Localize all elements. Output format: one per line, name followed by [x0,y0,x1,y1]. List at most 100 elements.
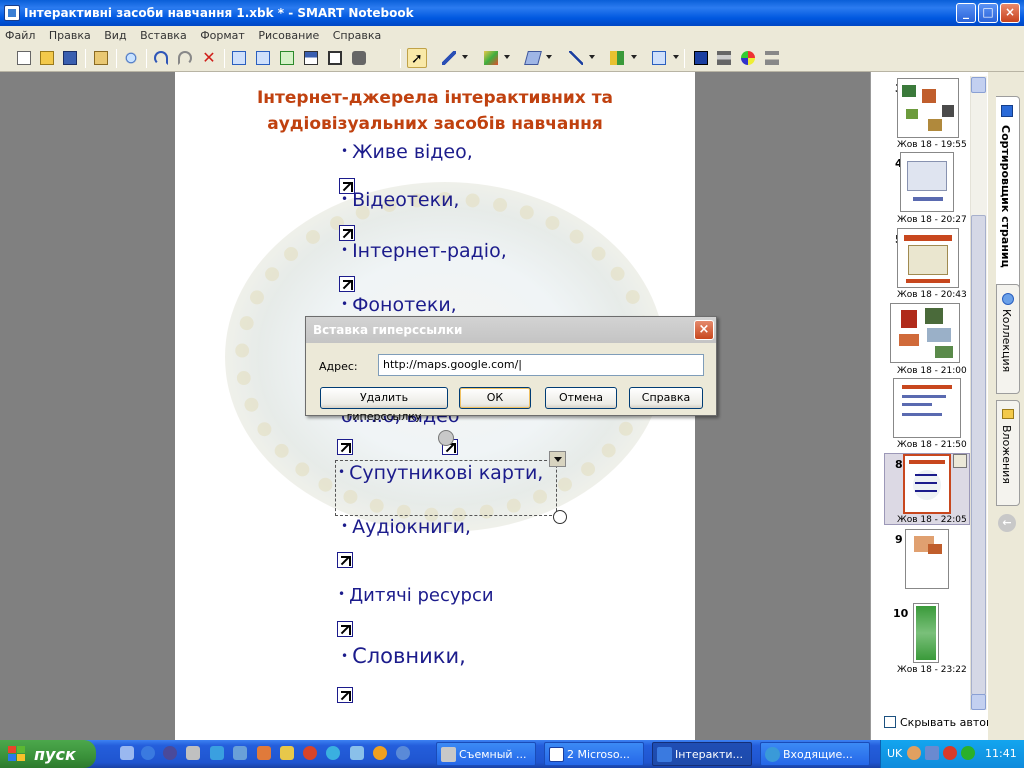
language-indicator[interactable]: UK [887,747,902,760]
clock[interactable]: 11:41 [985,747,1017,760]
hyperlink-icon[interactable] [337,687,353,703]
new-icon[interactable] [14,48,34,68]
maximize-button[interactable]: □ [978,3,998,23]
task-microsoft-word[interactable]: 2 Microso... [544,742,644,766]
creative-pen-icon[interactable] [481,48,501,68]
task-smart-notebook[interactable]: Інтеракти... [652,742,752,766]
rotate-handle[interactable] [438,430,454,446]
tab-gallery[interactable]: Коллекция [996,284,1020,394]
hyperlink-icon[interactable] [337,552,353,568]
media-player-icon[interactable] [163,746,177,760]
show-desktop-icon[interactable] [120,746,134,760]
page-thumbnail-8[interactable] [903,454,951,514]
bullet-item[interactable]: • Відеотеки, [341,189,459,211]
undo-icon[interactable] [151,48,171,68]
task-removable-disk[interactable]: Съемный ... [436,742,536,766]
minimize-button[interactable]: _ [956,3,976,23]
tray-arrow-icon[interactable] [907,746,921,760]
shapes-icon[interactable] [607,48,627,68]
color-icon[interactable] [714,48,734,68]
folder-icon[interactable] [280,746,294,760]
screen-shade-icon[interactable] [301,48,321,68]
menu-draw[interactable]: Рисование [253,26,324,42]
tab-attachments[interactable]: Вложения [996,400,1020,506]
page-thumbnail-4[interactable] [900,152,954,212]
tray-green-icon[interactable] [961,746,975,760]
menu-help[interactable]: Справка [328,26,386,42]
tab-page-sorter[interactable]: Сортировщик страниц [996,96,1020,308]
select-icon[interactable]: ➚ [407,48,427,68]
object-menu-button[interactable] [549,451,566,467]
network-tray-icon[interactable] [925,746,939,760]
hyperlink-icon[interactable] [337,439,353,455]
menu-edit[interactable]: Правка [44,26,96,42]
page-thumbnail-3[interactable] [897,78,959,138]
page-thumbnail-6[interactable] [890,303,960,363]
hyperlink-icon[interactable] [339,276,355,292]
full-screen-icon[interactable] [325,48,345,68]
page-thumbnail-5[interactable] [897,228,959,288]
task-inbox[interactable]: Входящие... [760,742,870,766]
antivirus-tray-icon[interactable] [943,746,957,760]
open-icon[interactable] [37,48,57,68]
page-thumbnail-7[interactable] [893,378,961,438]
redo-icon[interactable] [175,48,195,68]
paste-icon[interactable] [91,48,111,68]
start-button[interactable]: пуск [0,740,96,768]
hyperlink-icon[interactable] [339,225,355,241]
opera-icon[interactable] [303,746,317,760]
dialog-close-button[interactable]: × [694,320,714,340]
address-input[interactable]: http://maps.google.com/| [378,354,704,376]
page-thumbnail-9[interactable] [905,529,949,589]
bullet-item[interactable]: • Аудіокниги, [341,516,471,538]
browser-icon[interactable] [233,746,247,760]
bullet-item[interactable]: • Живе відео, [341,141,473,163]
zoom-icon[interactable] [121,48,141,68]
fill-icon[interactable] [649,48,669,68]
page-thumbnail-10[interactable] [913,603,939,663]
page-menu-button[interactable] [953,454,967,468]
scroll-down-button[interactable] [971,694,986,710]
ok-button[interactable]: ОК [459,387,531,409]
menu-file[interactable]: Файл [0,26,40,42]
prev-page-icon[interactable] [229,48,249,68]
ie-icon[interactable] [141,746,155,760]
mail-icon[interactable] [373,746,387,760]
remove-hyperlink-button[interactable]: Удалить гиперссылку [320,387,448,423]
search-icon[interactable] [326,746,340,760]
delete-icon[interactable]: ✕ [199,48,219,68]
menu-format[interactable]: Формат [195,26,250,42]
resize-handle[interactable] [553,510,567,524]
network-icon[interactable] [210,746,224,760]
bullet-item[interactable]: • Фонотеки, [341,294,457,316]
app-icon-2[interactable] [350,746,364,760]
save-icon[interactable] [60,48,80,68]
bullet-item[interactable]: • Інтернет-радіо, [341,240,507,262]
pen-icon[interactable] [439,48,459,68]
menu-view[interactable]: Вид [99,26,131,42]
camera-icon[interactable] [349,48,369,68]
move-panel-arrow-icon[interactable]: ← [998,514,1016,532]
scroll-thumb[interactable] [971,215,986,695]
cancel-button[interactable]: Отмена [545,387,617,409]
transparency-icon[interactable] [762,48,782,68]
messenger-icon[interactable] [186,746,200,760]
help-button[interactable]: Справка [629,387,703,409]
app-icon-3[interactable] [396,746,410,760]
app-icon-1[interactable] [257,746,271,760]
checkbox-icon[interactable] [884,716,896,728]
dialog-title-bar[interactable]: Вставка гиперссылки × [306,317,716,343]
close-button[interactable]: × [1000,3,1020,23]
properties-icon[interactable] [691,48,711,68]
next-page-icon[interactable] [253,48,273,68]
hyperlink-icon[interactable] [337,621,353,637]
line-icon[interactable] [566,48,586,68]
menu-insert[interactable]: Вставка [135,26,192,42]
bullet-item[interactable]: • Супутникові карти, [338,462,543,484]
bullet-item[interactable]: • Дитячі ресурси [338,585,494,606]
line-style-icon[interactable] [738,48,758,68]
autohide-checkbox[interactable]: Скрывать автом [884,716,994,729]
bullet-item[interactable]: • Словники, [341,644,466,668]
scroll-up-button[interactable] [971,77,986,93]
add-page-icon[interactable] [277,48,297,68]
